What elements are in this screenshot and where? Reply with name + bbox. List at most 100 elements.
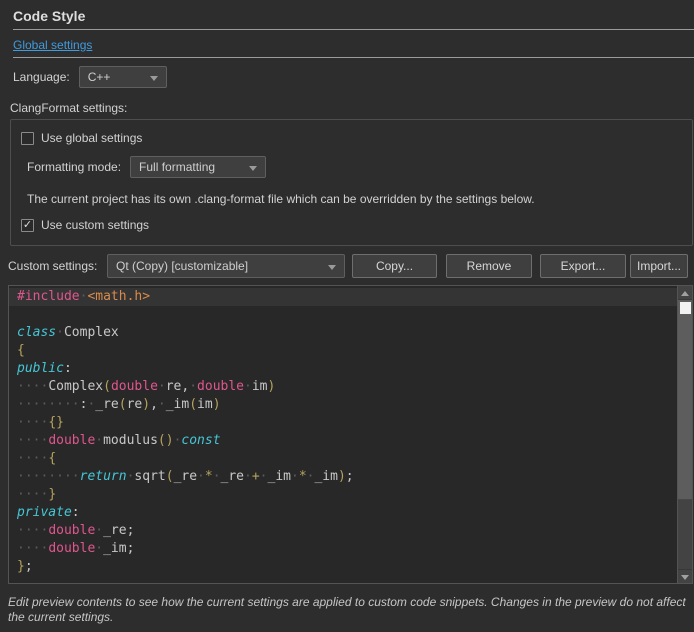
title-separator [13, 29, 694, 30]
code-token: ········ [17, 397, 80, 412]
code-token: * [205, 469, 213, 484]
code-line: ····} [9, 486, 676, 504]
code-token: ···· [17, 415, 48, 430]
code-token: im [252, 379, 268, 394]
code-token: } [17, 559, 25, 574]
code-token: · [56, 325, 64, 340]
code-line: ········return·sqrt(_re·*·_re·+·_im·*·_i… [9, 468, 676, 486]
code-token: _im [166, 397, 189, 412]
code-token: ) [268, 379, 276, 394]
code-token: double [48, 523, 95, 538]
use-custom-settings-label: Use custom settings [41, 218, 149, 232]
code-token: · [260, 469, 268, 484]
code-token: + [252, 469, 260, 484]
preview-help-text: Edit preview contents to see how the cur… [8, 595, 688, 625]
clangformat-groupbox: Use global settings Formatting mode: Ful… [10, 119, 693, 246]
code-token: ; [127, 541, 135, 556]
code-token: ) [213, 397, 221, 412]
arrow-up-icon [681, 291, 689, 296]
code-line: class·Complex [9, 324, 676, 342]
code-token: ( [103, 379, 111, 394]
language-select-value: C++ [88, 70, 111, 84]
code-token: #include [17, 289, 80, 304]
code-token: · [213, 469, 221, 484]
code-token: sqrt [134, 469, 165, 484]
code-token: · [244, 379, 252, 394]
code-token: · [95, 541, 103, 556]
scroll-up-button[interactable] [678, 286, 693, 300]
code-token: { [17, 343, 25, 358]
code-token: modulus [103, 433, 158, 448]
chevron-down-icon [249, 166, 257, 171]
code-token: <math.h> [87, 289, 150, 304]
code-token: const [181, 433, 220, 448]
remove-button[interactable]: Remove [446, 254, 532, 278]
scrollbar-thumb[interactable] [678, 300, 693, 500]
code-token: private [17, 505, 72, 520]
code-token: · [189, 379, 197, 394]
import-button[interactable]: Import... [630, 254, 688, 278]
code-line: public: [9, 360, 676, 378]
use-custom-settings-checkbox[interactable]: ✓ [21, 219, 34, 232]
code-token: Complex [64, 325, 119, 340]
code-token: _im [314, 469, 337, 484]
code-line: { [9, 342, 676, 360]
code-token: double [111, 379, 158, 394]
code-token: _re [95, 397, 118, 412]
code-content[interactable]: #include·<math.h>class·Complex{public:··… [9, 288, 676, 576]
global-settings-link[interactable]: Global settings [13, 38, 92, 52]
copy-button[interactable]: Copy... [352, 254, 437, 278]
code-token: ( [119, 397, 127, 412]
code-token: : [64, 361, 72, 376]
code-preview-editor[interactable]: #include·<math.h>class·Complex{public:··… [8, 285, 693, 584]
code-token: ( [189, 397, 197, 412]
use-global-settings-checkbox-row[interactable]: Use global settings [21, 131, 142, 145]
use-global-settings-label: Use global settings [41, 131, 142, 145]
code-token: } [48, 487, 56, 502]
code-token: · [244, 469, 252, 484]
code-token: ) [338, 469, 346, 484]
arrow-down-icon [681, 575, 689, 580]
custom-settings-select-value: Qt (Copy) [customizable] [116, 259, 248, 273]
code-token: () [158, 433, 174, 448]
code-token: double [197, 379, 244, 394]
language-select[interactable]: C++ [79, 66, 167, 88]
code-token: · [95, 523, 103, 538]
code-line: ····double·_im; [9, 540, 676, 558]
formatting-mode-label: Formatting mode: [27, 160, 121, 174]
code-token: {} [48, 415, 64, 430]
code-line: ········:·_re(re),·_im(im) [9, 396, 676, 414]
code-token: _re [174, 469, 197, 484]
code-line: ····Complex(double·re,·double·im) [9, 378, 676, 396]
vertical-scrollbar[interactable] [677, 286, 692, 583]
code-token: re [166, 379, 182, 394]
use-global-settings-checkbox[interactable] [21, 132, 34, 145]
scroll-down-button[interactable] [678, 569, 693, 583]
clangformat-group-label: ClangFormat settings: [10, 101, 127, 115]
cursor-position-marker [680, 302, 691, 314]
code-token: return [80, 469, 127, 484]
code-line: ····double·modulus()·const [9, 432, 676, 450]
custom-settings-select[interactable]: Qt (Copy) [customizable] [107, 254, 345, 278]
code-token: ···· [17, 541, 48, 556]
export-button[interactable]: Export... [540, 254, 626, 278]
code-token: : [72, 505, 80, 520]
chevron-down-icon [328, 265, 336, 270]
code-token: ···· [17, 379, 48, 394]
code-token: ( [166, 469, 174, 484]
code-token: ········ [17, 469, 80, 484]
code-token: _im [268, 469, 291, 484]
code-token: double [48, 541, 95, 556]
code-token: class [17, 325, 56, 340]
link-separator [13, 57, 694, 58]
code-style-settings-page: { "header": { "title": "Code Style", "li… [0, 0, 694, 632]
custom-settings-label: Custom settings: [8, 259, 97, 273]
code-line: #include·<math.h> [9, 288, 676, 306]
use-custom-settings-checkbox-row[interactable]: ✓ Use custom settings [21, 218, 149, 232]
code-line: ····double·_re; [9, 522, 676, 540]
formatting-mode-select[interactable]: Full formatting [130, 156, 266, 178]
code-token: ; [346, 469, 354, 484]
clang-format-info-text: The current project has its own .clang-f… [27, 192, 535, 206]
code-token: · [95, 433, 103, 448]
code-token: Complex [48, 379, 103, 394]
